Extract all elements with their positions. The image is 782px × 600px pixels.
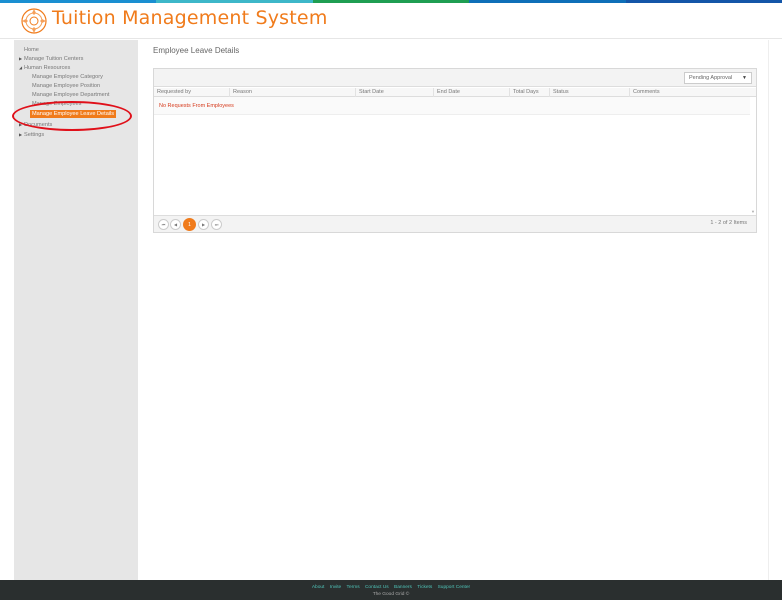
status-filter-dropdown[interactable]: Pending Approval ▼ (684, 72, 752, 84)
scroll-down-arrow-icon[interactable]: ▼ (751, 209, 755, 214)
footer-link-terms[interactable]: Terms (347, 585, 360, 590)
sidebar-item-settings[interactable]: ▶ Settings (19, 131, 44, 139)
footer: About Invite Terms Contact Us Banners Ti… (0, 580, 782, 600)
sidebar-item-human-resources[interactable]: ◢ Human Resources (19, 64, 70, 72)
leave-details-grid: Pending Approval ▼ Requested by Reason S… (153, 68, 757, 233)
grid-toolbar: Pending Approval ▼ (154, 69, 756, 87)
footer-link-invite[interactable]: Invite (330, 585, 341, 590)
first-page-button[interactable]: ⏮ (158, 219, 169, 230)
app-header: Tuition Management System (0, 3, 782, 39)
current-page-button[interactable]: 1 (183, 218, 196, 231)
column-header-end-date[interactable]: End Date (433, 88, 509, 97)
sidebar-item-label: Human Resources (24, 65, 71, 71)
sidebar-item-employee-category[interactable]: Manage Employee Category (32, 73, 103, 81)
sunflower-logo-icon (21, 8, 47, 34)
column-header-reason[interactable]: Reason (229, 88, 355, 97)
grid-scrollbar[interactable] (750, 97, 756, 215)
sidebar-item-home[interactable]: Home (24, 46, 39, 54)
footer-link-contact-us[interactable]: Contact Us (365, 585, 389, 590)
column-header-comments[interactable]: Comments (629, 88, 749, 97)
footer-link-support-center[interactable]: Support Center (438, 585, 471, 590)
grid-pager: ⏮ ◀ 1 ▶ ⏭ 1 - 2 of 2 Items (154, 215, 756, 232)
empty-message: No Requests From Employees (159, 103, 234, 109)
column-header-start-date[interactable]: Start Date (355, 88, 433, 97)
previous-page-button[interactable]: ◀ (170, 219, 181, 230)
next-page-button[interactable]: ▶ (198, 219, 209, 230)
app-title: Tuition Management System (52, 7, 328, 29)
sidebar-item-label: Settings (24, 132, 45, 138)
divider (768, 40, 769, 580)
last-page-button[interactable]: ⏭ (211, 219, 222, 230)
footer-link-tickets[interactable]: Tickets (417, 585, 432, 590)
empty-row (154, 97, 756, 115)
grid-header-row: Requested by Reason Start Date End Date … (154, 88, 756, 97)
footer-link-about[interactable]: About (312, 585, 325, 590)
column-header-requested-by[interactable]: Requested by (154, 88, 229, 97)
page-title: Employee Leave Details (153, 46, 240, 55)
column-header-status[interactable]: Status (549, 88, 629, 97)
sidebar-item-label: Manage Tuition Centers (24, 56, 84, 62)
copyright-text: The Good Grid © (372, 592, 410, 597)
dropdown-caret-icon: ▼ (742, 75, 747, 81)
sidebar-item-employee-department[interactable]: Manage Employee Department (32, 91, 109, 99)
column-header-total-days[interactable]: Total Days (509, 88, 549, 97)
status-filter-value: Pending Approval (689, 75, 733, 81)
footer-link-banners[interactable]: Banners (394, 585, 412, 590)
footer-links: About Invite Terms Contact Us Banners Ti… (0, 585, 782, 590)
red-annotation-circle (12, 101, 132, 131)
sidebar-item-manage-tuition-centers[interactable]: ▶ Manage Tuition Centers (19, 55, 83, 63)
sidebar-item-employee-position[interactable]: Manage Employee Position (32, 82, 100, 90)
pager-info: 1 - 2 of 2 Items (710, 220, 747, 226)
